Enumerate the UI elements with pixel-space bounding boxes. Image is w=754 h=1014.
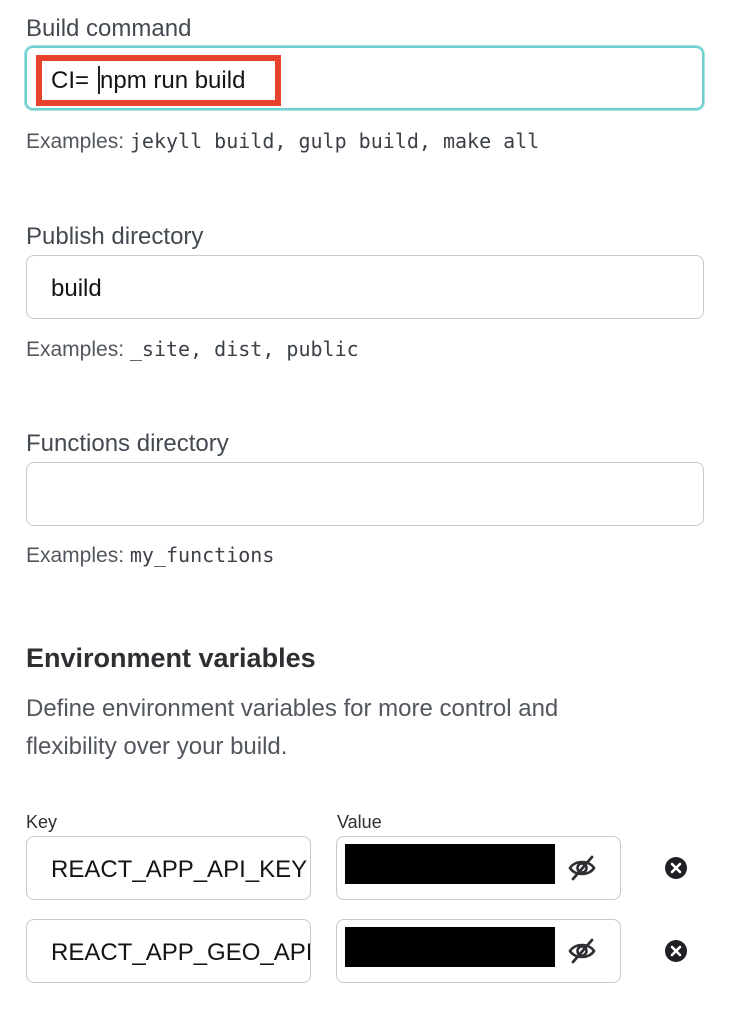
env-key-input[interactable]: REACT_APP_API_KEY: [26, 836, 311, 900]
eye-slash-icon[interactable]: [567, 853, 597, 883]
eye-slash-icon[interactable]: [567, 936, 597, 966]
functions-directory-hint: Examples: my_functions: [26, 545, 274, 566]
env-value-input[interactable]: [336, 836, 621, 900]
environment-variables-description: Define environment variables for more co…: [26, 695, 559, 760]
hint-examples: jekyll build, gulp build, make all: [129, 129, 540, 153]
hint-prefix: Examples:: [26, 544, 125, 567]
env-key-value: REACT_APP_GEO_API_KEY: [51, 939, 310, 966]
env-key-input[interactable]: REACT_APP_GEO_API_KEY: [26, 919, 311, 983]
environment-variables-title: Environment variables: [26, 643, 316, 673]
hint-examples: _site, dist, public: [129, 337, 359, 361]
redacted-value: [345, 844, 555, 884]
key-column-header: Key: [26, 812, 58, 832]
publish-directory-label: Publish directory: [26, 223, 204, 250]
publish-directory-value: build: [51, 275, 102, 302]
hint-prefix: Examples:: [26, 130, 125, 153]
env-key-value: REACT_APP_API_KEY: [51, 856, 308, 883]
publish-directory-input[interactable]: build: [26, 255, 704, 319]
functions-directory-label: Functions directory: [26, 430, 229, 457]
publish-directory-hint: Examples: _site, dist, public: [26, 339, 359, 360]
value-column-header: Value: [337, 812, 382, 832]
env-value-input[interactable]: [336, 919, 621, 983]
build-command-label: Build command: [26, 15, 192, 42]
annotation-highlight-box: [36, 55, 281, 106]
hint-prefix: Examples:: [26, 338, 125, 361]
close-circle-icon[interactable]: [664, 856, 688, 880]
close-circle-icon[interactable]: [664, 939, 688, 963]
hint-examples: my_functions: [129, 543, 275, 567]
redacted-value: [345, 927, 555, 967]
functions-directory-input[interactable]: [26, 462, 704, 526]
build-command-hint: Examples: jekyll build, gulp build, make…: [26, 131, 539, 152]
